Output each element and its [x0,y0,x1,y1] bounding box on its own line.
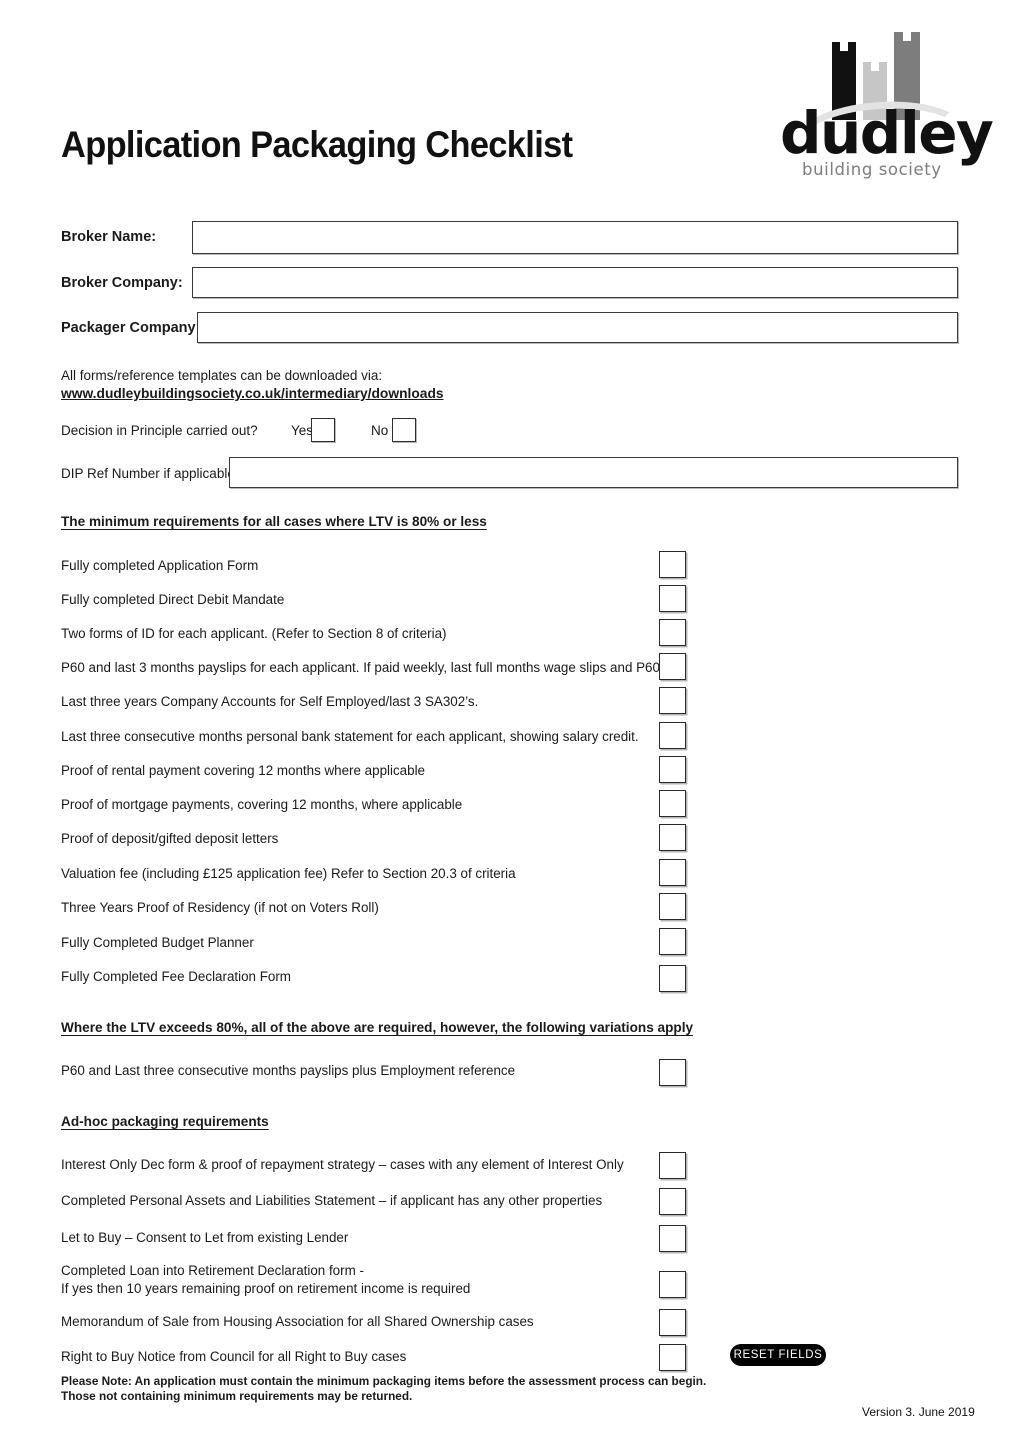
checklist-item-label: Fully completed Application Form [61,558,259,573]
document-page: dudley building society Application Pack… [0,0,1020,1442]
dip-question-label: Decision in Principle carried out? [61,423,258,438]
logo-wordmark: dudley [780,99,994,167]
checklist-item-label: Last three years Company Accounts for Se… [61,694,479,709]
checklist-item-checkbox[interactable] [659,585,686,612]
checklist-item-label: Fully Completed Budget Planner [61,935,254,950]
section-heading-min-requirements: The minimum requirements for all cases w… [61,514,487,529]
checklist-item-label: Valuation fee (including £125 applicatio… [61,866,516,881]
checklist-item-label: Completed Loan into Retirement Declarati… [61,1263,471,1296]
dip-yes-checkbox[interactable] [311,418,335,442]
checklist-item-checkbox[interactable] [659,653,686,680]
dip-no-checkbox[interactable] [392,418,416,442]
checklist-item-label: Last three consecutive months personal b… [61,729,639,744]
document-version-label: Version 3. June 2019 [862,1405,975,1419]
checklist-item-label: Two forms of ID for each applicant. (Ref… [61,626,447,641]
footer-note-text: Please Note: An application must contain… [61,1374,707,1403]
dip-no-label: No [371,423,389,438]
section-heading-ad-hoc: Ad-hoc packaging requirements [61,1114,269,1129]
checklist-item-checkbox[interactable] [659,551,686,578]
checklist-item-checkbox[interactable] [659,1152,686,1179]
section-heading-ltv-exceeds-80: Where the LTV exceeds 80%, all of the ab… [61,1020,694,1035]
checklist-item-checkbox[interactable] [659,756,686,783]
broker-company-input[interactable] [192,267,958,298]
checklist-item-label: Proof of mortgage payments, covering 12 … [61,797,463,812]
checklist-item-checkbox[interactable] [659,1271,686,1298]
checklist-item-checkbox[interactable] [659,824,686,851]
broker-name-label: Broker Name: [61,229,157,245]
checklist-item-label: Right to Buy Notice from Council for all… [61,1349,407,1364]
checklist-item-checkbox[interactable] [659,722,686,749]
checklist-item-label: P60 and last 3 months payslips for each … [61,660,664,675]
checklist-item-checkbox[interactable] [659,1188,686,1215]
checklist-item-label: Interest Only Dec form & proof of repaym… [61,1157,624,1172]
broker-company-label: Broker Company: [61,275,183,291]
checklist-item-checkbox[interactable] [659,619,686,646]
dip-ref-label: DIP Ref Number if applicable: [61,466,239,481]
checklist-item-checkbox[interactable] [659,1059,686,1086]
packager-company-input[interactable] [197,312,958,343]
checklist-item-checkbox[interactable] [659,965,686,992]
broker-name-input[interactable] [192,221,958,254]
dip-ref-input[interactable] [229,457,958,488]
logo-tagline: building society [802,160,942,179]
checklist-item-checkbox[interactable] [659,1309,686,1336]
checklist-item-checkbox[interactable] [659,790,686,817]
downloads-url-link[interactable]: www.dudleybuildingsociety.co.uk/intermed… [61,385,444,403]
checklist-item-label: Let to Buy – Consent to Let from existin… [61,1230,349,1245]
checklist-item-checkbox[interactable] [659,1225,686,1252]
packager-company-label: Packager Company: [61,320,201,336]
dudley-building-society-logo: dudley building society [780,24,994,179]
checklist-item-label: Completed Personal Assets and Liabilitie… [61,1193,603,1208]
dip-yes-label: Yes [291,423,314,438]
checklist-item-label: Fully completed Direct Debit Mandate [61,592,285,607]
checklist-item-label: Memorandum of Sale from Housing Associat… [61,1314,534,1329]
checklist-item-checkbox[interactable] [659,928,686,955]
checklist-item-checkbox[interactable] [659,893,686,920]
page-title: Application Packaging Checklist [61,124,573,165]
checklist-item-label: Proof of deposit/gifted deposit letters [61,831,279,846]
checklist-item-label: Three Years Proof of Residency (if not o… [61,900,379,915]
checklist-item-checkbox[interactable] [659,1344,686,1371]
checklist-item-label: Proof of rental payment covering 12 mont… [61,763,425,778]
checklist-item-label: P60 and Last three consecutive months pa… [61,1063,516,1078]
checklist-item-label: Fully Completed Fee Declaration Form [61,969,291,984]
downloads-intro-text: All forms/reference templates can be dow… [61,368,383,383]
checklist-item-checkbox[interactable] [659,687,686,714]
checklist-item-checkbox[interactable] [659,859,686,886]
reset-fields-button[interactable]: RESET FIELDS [730,1344,826,1366]
